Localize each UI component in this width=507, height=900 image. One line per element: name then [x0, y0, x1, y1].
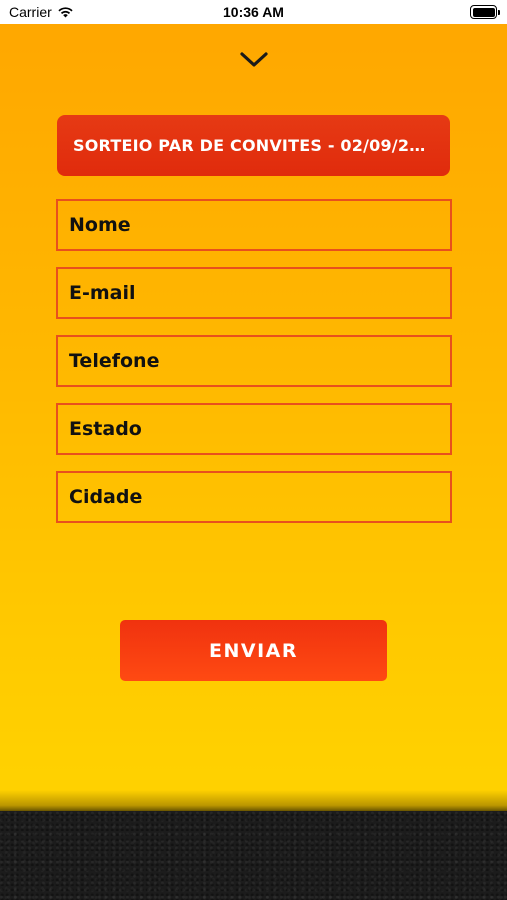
state-input[interactable]	[69, 405, 450, 453]
name-field[interactable]	[56, 199, 452, 251]
chevron-down-icon[interactable]	[239, 50, 269, 70]
leather-footer	[0, 811, 507, 900]
city-input[interactable]	[69, 473, 450, 521]
email-field[interactable]	[56, 267, 452, 319]
phone-input[interactable]	[69, 337, 450, 385]
raffle-selector[interactable]: SORTEIO PAR DE CONVITES - 02/09/202...	[57, 115, 450, 176]
state-field[interactable]	[56, 403, 452, 455]
status-bar: Carrier 10:36 AM	[0, 0, 507, 24]
phone-field[interactable]	[56, 335, 452, 387]
clock: 10:36 AM	[223, 4, 284, 20]
email-input[interactable]	[69, 269, 450, 317]
footer-shadow	[0, 790, 507, 812]
battery-level	[472, 7, 495, 17]
name-input[interactable]	[69, 201, 450, 249]
battery-icon	[470, 5, 500, 19]
raffle-label: SORTEIO PAR DE CONVITES - 02/09/202...	[73, 136, 434, 155]
city-field[interactable]	[56, 471, 452, 523]
send-button[interactable]: ENVIAR	[120, 620, 387, 681]
